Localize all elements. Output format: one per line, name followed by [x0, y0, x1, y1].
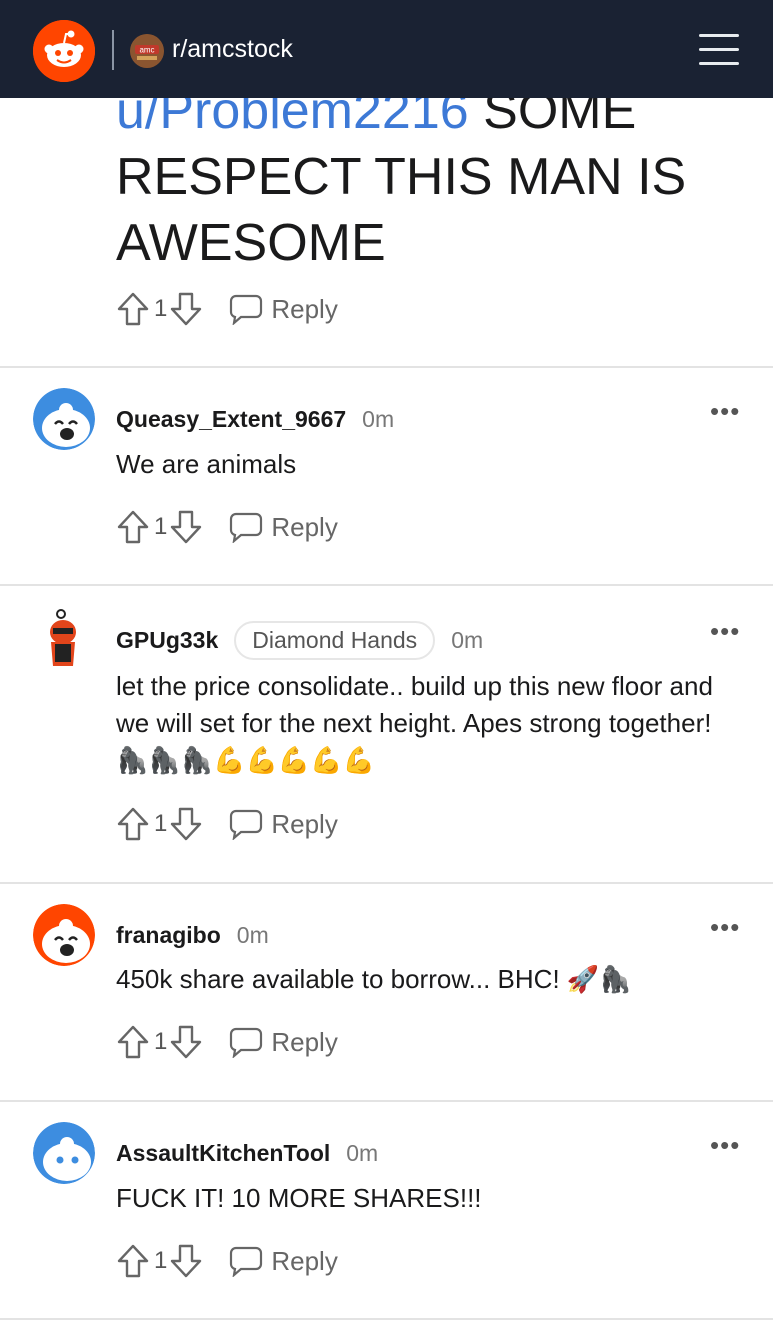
comment-meta: franagibo 0m — [116, 918, 269, 952]
reply-label: Reply — [271, 1026, 338, 1057]
arrow-down-icon — [171, 1244, 202, 1278]
snoo-avatar-icon — [33, 388, 95, 450]
vote-score: 1 — [154, 1028, 168, 1055]
reply-label: Reply — [271, 808, 338, 839]
speech-bubble-icon — [230, 294, 263, 325]
post-body: u/Problem2216 SOME RESPECT THIS MAN IS A… — [116, 78, 746, 276]
comment-meta: GPUg33k Diamond Hands 0m — [116, 620, 484, 660]
vote-score: 1 — [154, 513, 168, 540]
divider — [0, 882, 773, 884]
username[interactable]: Queasy_Extent_9667 — [116, 406, 346, 433]
username[interactable]: AssaultKitchenTool — [116, 1140, 330, 1167]
arrow-up-icon — [117, 1244, 149, 1278]
user-flair: Diamond Hands — [234, 620, 436, 660]
reply-button[interactable]: Reply — [229, 808, 338, 840]
comment-body: FUCK IT! 10 MORE SHARES!!! — [116, 1183, 482, 1213]
avatar[interactable] — [33, 904, 95, 966]
reddit-logo[interactable] — [33, 20, 95, 82]
downvote-button[interactable] — [169, 806, 203, 842]
downvote-button[interactable] — [169, 291, 203, 327]
comment-body: 450k share available to borrow... BHC! 🚀… — [116, 964, 632, 994]
speech-bubble-icon — [230, 1246, 263, 1277]
subreddit-icon[interactable]: amc — [130, 34, 164, 68]
comment-age: 0m — [362, 405, 395, 432]
vote-score: 1 — [154, 810, 168, 837]
comment-age: 0m — [236, 921, 269, 948]
more-options-icon[interactable]: ••• — [710, 1132, 740, 1158]
arrow-down-icon — [171, 510, 202, 544]
comment-age: 0m — [346, 1139, 379, 1166]
more-options-icon[interactable]: ••• — [710, 618, 740, 644]
comment-actions: 1 Reply — [116, 507, 338, 547]
top-navigation-bar: amc r/amcstock — [0, 0, 773, 98]
avatar[interactable] — [33, 1122, 95, 1184]
comment-age: 0m — [451, 626, 484, 653]
comment-body: let the price consolidate.. build up thi… — [116, 671, 713, 775]
subreddit-icon-text: amc — [139, 46, 154, 55]
divider — [0, 1100, 773, 1102]
reply-label: Reply — [271, 293, 338, 324]
more-options-icon[interactable]: ••• — [710, 398, 740, 424]
downvote-button[interactable] — [169, 1243, 203, 1279]
hamburger-menu-icon[interactable] — [699, 32, 739, 68]
subreddit-name[interactable]: r/amcstock — [172, 34, 293, 64]
speech-bubble-icon — [230, 1027, 263, 1058]
downvote-button[interactable] — [169, 509, 203, 545]
divider — [0, 1318, 773, 1320]
reply-button[interactable]: Reply — [229, 1245, 338, 1277]
username[interactable]: GPUg33k — [116, 627, 218, 654]
upvote-button[interactable] — [116, 1024, 150, 1060]
comment-actions: 1 Reply — [116, 1022, 338, 1062]
comment-actions: 1 Reply — [116, 804, 338, 844]
arrow-up-icon — [117, 1025, 149, 1059]
reply-button[interactable]: Reply — [229, 293, 338, 325]
upvote-button[interactable] — [116, 806, 150, 842]
comment-meta: Queasy_Extent_9667 0m — [116, 402, 394, 436]
username[interactable]: franagibo — [116, 922, 221, 949]
comment-thread: u/Problem2216 SOME RESPECT THIS MAN IS A… — [0, 0, 773, 1323]
vote-score: 1 — [154, 295, 168, 322]
arrow-down-icon — [171, 292, 202, 326]
speech-bubble-icon — [230, 809, 263, 840]
avatar[interactable] — [33, 388, 95, 450]
reddit-logo-icon — [33, 20, 95, 82]
more-options-icon[interactable]: ••• — [710, 914, 740, 940]
arrow-up-icon — [117, 510, 149, 544]
arrow-up-icon — [117, 807, 149, 841]
upvote-button[interactable] — [116, 1243, 150, 1279]
reply-label: Reply — [271, 1245, 338, 1276]
divider — [0, 366, 773, 368]
reply-button[interactable]: Reply — [229, 1026, 338, 1058]
comment-body: We are animals — [116, 449, 297, 479]
comment-actions: 1 Reply — [116, 1241, 338, 1281]
reply-label: Reply — [271, 511, 338, 542]
speech-bubble-icon — [230, 512, 263, 543]
downvote-button[interactable] — [169, 1024, 203, 1060]
arrow-up-icon — [117, 292, 149, 326]
snoo-ninja-avatar-icon — [33, 608, 95, 670]
snoo-avatar-icon — [33, 1122, 95, 1184]
amc-logo-icon: amc — [130, 34, 164, 68]
post-actions: 1 Reply — [116, 289, 338, 329]
upvote-button[interactable] — [116, 509, 150, 545]
comment-meta: AssaultKitchenTool 0m — [116, 1136, 378, 1170]
upvote-button[interactable] — [116, 291, 150, 327]
snoo-avatar-icon — [33, 904, 95, 966]
arrow-down-icon — [171, 1025, 202, 1059]
reply-button[interactable]: Reply — [229, 511, 338, 543]
arrow-down-icon — [171, 807, 202, 841]
divider — [0, 584, 773, 586]
vote-score: 1 — [154, 1247, 168, 1274]
avatar[interactable] — [33, 608, 95, 670]
header-divider — [112, 30, 114, 70]
